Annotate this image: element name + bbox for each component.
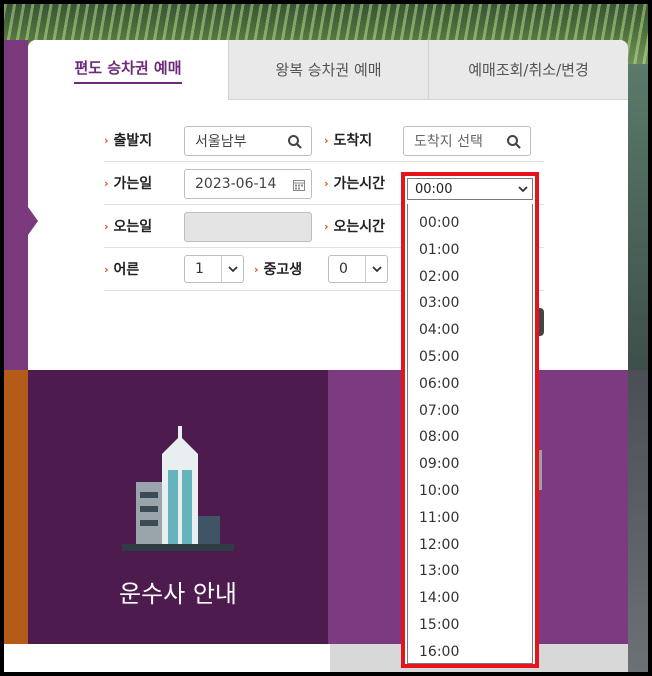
panel-notch [28,207,38,235]
return-date-label-text: 오는일 [113,219,153,235]
time-option[interactable]: 12:00 [408,532,532,558]
departure-label: › 출발지 [104,130,152,150]
time-option[interactable]: 11:00 [408,505,532,531]
return-date-label: › 오는일 [104,216,152,236]
label-arrow-icon: › [104,176,109,190]
search-icon [288,135,302,149]
youth-label: › 중고생 [254,259,302,279]
time-option[interactable]: 00:00 [408,210,532,236]
chevron-down-icon [365,256,387,282]
tab-round-trip[interactable]: 왕복 승차권 예매 [228,40,428,100]
time-option[interactable]: 05:00 [408,344,532,370]
arrival-placeholder: 도착지 선택 [414,134,483,150]
depart-time-label-text: 가는시간 [333,176,386,192]
chevron-down-icon [518,186,528,193]
label-arrow-icon: › [254,262,259,276]
arrival-input[interactable]: 도착지 선택 [403,126,531,156]
time-option[interactable]: 09:00 [408,451,532,477]
label-arrow-icon: › [104,219,109,233]
arrival-label: › 도착지 [324,130,372,150]
departure-label-text: 출발지 [113,133,153,149]
youth-value: 0 [339,261,348,277]
tab-reservation-lookup[interactable]: 예매조회/취소/변경 [428,40,628,100]
time-option[interactable]: 13:00 [408,558,532,584]
right-road-image [628,370,648,672]
bottom-orange-tile [4,370,28,644]
form-row-locations: › 출발지 서울남부 › 도착지 도착지 선택 [104,120,544,162]
time-option[interactable]: 06:00 [408,371,532,397]
return-time-label-text: 오는시간 [333,219,386,235]
bottom-white-strip [4,644,330,672]
departure-value: 서울남부 [195,134,247,150]
carrier-info-title: 운수사 안내 [118,580,238,608]
label-arrow-icon: › [324,219,329,233]
left-accent-strip [4,40,28,370]
depart-time-dropdown-highlight: 00:00 00:00 01:00 02:00 03:00 04:00 05:00 06:0… [401,172,539,668]
depart-date-label: › 가는일 [104,173,152,193]
adult-label-text: 어른 [113,262,140,278]
time-option[interactable]: 02:00 [408,264,532,290]
time-option[interactable]: 08:00 [408,424,532,450]
right-background-strip [628,64,648,384]
label-arrow-icon: › [104,133,109,147]
adult-value: 1 [195,261,204,277]
depart-time-options: 00:00 01:00 02:00 03:00 04:00 05:00 06:00 07:00… [407,204,533,664]
time-option[interactable]: 10:00 [408,478,532,504]
tab-label: 편도 승차권 예매 [74,57,182,84]
adult-select[interactable]: 1 [184,255,244,283]
youth-select[interactable]: 0 [328,255,388,283]
page-frame: 편도 승차권 예매 왕복 승차권 예매 예매조회/취소/변경 › 출발지 서울남부… [4,4,648,672]
booking-tabs: 편도 승차권 예매 왕복 승차권 예매 예매조회/취소/변경 [28,40,628,100]
depart-date-label-text: 가는일 [113,176,153,192]
depart-time-label: › 가는시간 [324,173,385,193]
departure-input[interactable]: 서울남부 [184,126,312,156]
tab-label: 예매조회/취소/변경 [468,61,589,79]
adult-label: › 어른 [104,259,139,279]
time-option[interactable]: 01:00 [408,237,532,263]
return-date-input[interactable] [184,212,312,242]
time-option[interactable]: 15:00 [408,612,532,638]
label-arrow-icon: › [104,262,109,276]
tab-label: 왕복 승차권 예매 [275,61,382,79]
time-option[interactable]: 16:00 [408,639,532,665]
return-time-label: › 오는시간 [324,216,385,236]
depart-time-selected-value: 00:00 [415,181,453,197]
calendar-icon[interactable] [293,179,305,191]
depart-time-dropdown: 00:00 00:00 01:00 02:00 03:00 04:00 05:00 06:0… [405,176,535,664]
depart-date-value: 2023-06-14 [195,176,277,192]
chevron-down-icon [221,256,243,282]
depart-time-select[interactable]: 00:00 [407,178,533,200]
arrival-label-text: 도착지 [333,133,373,149]
label-arrow-icon: › [324,133,329,147]
time-option[interactable]: 03:00 [408,290,532,316]
youth-label-text: 중고생 [263,262,303,278]
depart-date-input[interactable]: 2023-06-14 [184,169,312,199]
search-icon [507,135,521,149]
label-arrow-icon: › [324,176,329,190]
time-option[interactable]: 07:00 [408,398,532,424]
time-option[interactable]: 14:00 [408,585,532,611]
time-option[interactable]: 04:00 [408,317,532,343]
building-icon [122,426,234,551]
tab-one-way[interactable]: 편도 승차권 예매 [28,40,228,100]
